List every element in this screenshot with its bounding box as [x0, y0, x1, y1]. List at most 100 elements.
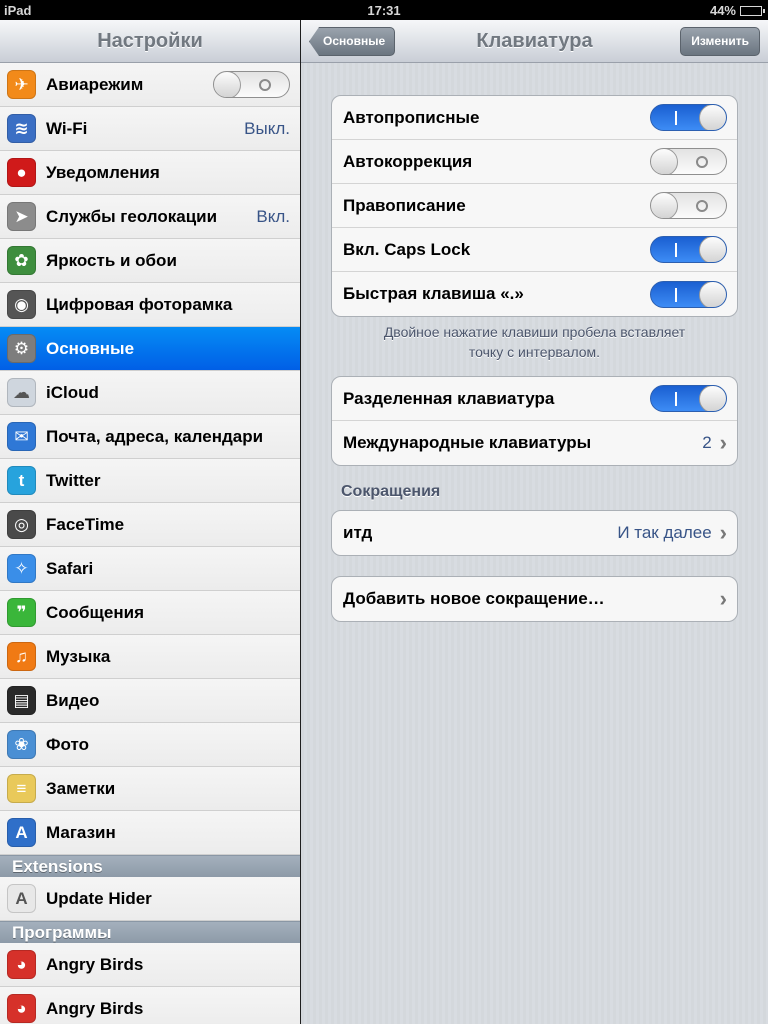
- period-shortcut-footnote: Двойное нажатие клавиши пробела вставляе…: [331, 322, 738, 362]
- angry-bird-icon: ◕: [7, 950, 36, 979]
- caps-lock-switch[interactable]: [650, 236, 727, 263]
- footnote-line-1: Двойное нажатие клавиши пробела вставляе…: [383, 324, 686, 340]
- sidebar-item-facetime[interactable]: ◎ FaceTime: [0, 503, 300, 547]
- setting-label: Правописание: [343, 195, 466, 215]
- sidebar-item-airplane-mode[interactable]: ✈ Авиарежим: [0, 63, 300, 107]
- sidebar-item-label: Видео: [46, 690, 100, 710]
- switch-knob: [699, 386, 726, 411]
- auto-capitalization-switch[interactable]: [650, 104, 727, 131]
- auto-correction-switch[interactable]: [650, 148, 727, 175]
- location-icon: ➤: [7, 202, 36, 231]
- sidebar-item-wifi[interactable]: ≋ Wi-Fi Выкл.: [0, 107, 300, 151]
- sidebar-item-icloud[interactable]: ☁ iCloud: [0, 371, 300, 415]
- sidebar-item-photos[interactable]: ❀ Фото: [0, 723, 300, 767]
- section-header-apps: Программы: [0, 921, 300, 943]
- keyboard-options-group: Автопрописные Автокоррекция Правописание Вк…: [331, 95, 738, 317]
- flower-icon: ✿: [7, 246, 36, 275]
- switch-knob: [651, 193, 678, 218]
- sidebar-item-safari[interactable]: ✧ Safari: [0, 547, 300, 591]
- sidebar-item-label: Магазин: [46, 822, 116, 842]
- switch-off-mark-icon: [696, 200, 708, 212]
- shortcuts-group: итд И так далее ›: [331, 510, 738, 556]
- shortcuts-header: Сокращения: [341, 483, 441, 500]
- switch-on-mark-icon: [675, 392, 677, 406]
- sidebar-item-angry-birds-2[interactable]: ◕ Angry Birds: [0, 987, 300, 1024]
- airplane-mode-switch[interactable]: [213, 71, 290, 98]
- sidebar-item-music[interactable]: ♫ Музыка: [0, 635, 300, 679]
- add-shortcut-group: Добавить новое сокращение… ›: [331, 576, 738, 622]
- setting-row-caps-lock: Вкл. Caps Lock: [332, 228, 737, 272]
- sidebar-item-notes[interactable]: ≡ Заметки: [0, 767, 300, 811]
- setting-row-auto-capitalization: Автопрописные: [332, 96, 737, 140]
- section-header-extensions: Extensions: [0, 855, 300, 877]
- sidebar-item-location[interactable]: ➤ Службы геолокации Вкл.: [0, 195, 300, 239]
- add-shortcut-row[interactable]: Добавить новое сокращение… ›: [332, 577, 737, 621]
- setting-label: Быстрая клавиша «.»: [343, 284, 524, 303]
- sidebar-item-notifications[interactable]: ● Уведомления: [0, 151, 300, 195]
- setting-row-period-shortcut: Быстрая клавиша «.»: [332, 272, 737, 316]
- sidebar-item-label: Сообщения: [46, 602, 144, 622]
- period-shortcut-switch[interactable]: [650, 280, 727, 308]
- sidebar-item-label: Фото: [46, 734, 89, 754]
- picture-frame-icon: ◉: [7, 290, 36, 319]
- shortcut-row[interactable]: итд И так далее ›: [332, 511, 737, 555]
- switch-on-mark-icon: [675, 287, 677, 302]
- sidebar-item-video[interactable]: ▤ Видео: [0, 679, 300, 723]
- switch-knob: [699, 237, 726, 262]
- setting-row-international-keyboards[interactable]: Международные клавиатуры 2 ›: [332, 421, 737, 465]
- mail-icon: ✉: [7, 422, 36, 451]
- sidebar-item-angry-birds-1[interactable]: ◕ Angry Birds: [0, 943, 300, 987]
- compass-icon: ✧: [7, 554, 36, 583]
- switch-off-mark-icon: [696, 156, 708, 168]
- sidebar-item-value: Выкл.: [244, 118, 290, 138]
- switch-on-mark-icon: [675, 111, 677, 125]
- sidebar-item-general[interactable]: ⚙ Основные: [0, 327, 300, 371]
- spelling-switch[interactable]: [650, 192, 727, 219]
- app-store-icon: A: [7, 818, 36, 847]
- sidebar-item-label: Update Hider: [46, 888, 152, 908]
- sunflower-icon: ❀: [7, 730, 36, 759]
- chevron-right-icon: ›: [719, 586, 727, 611]
- sidebar-item-label: Angry Birds: [46, 998, 144, 1018]
- sidebar-list: ✈ Авиарежим ≋ Wi-Fi Выкл. ● Уведомления ➤ Службы…: [0, 63, 300, 855]
- settings-sidebar: Настройки ✈ Авиарежим ≋ Wi-Fi Выкл. ● Уведомле…: [0, 20, 300, 1024]
- sidebar-item-store[interactable]: A Магазин: [0, 811, 300, 855]
- sidebar-item-label: Основные: [46, 338, 135, 358]
- switch-knob: [699, 105, 726, 130]
- sidebar-item-label: Авиарежим: [46, 74, 144, 94]
- extensions-list: A Update Hider: [0, 877, 300, 921]
- sidebar-item-picture-frame[interactable]: ◉ Цифровая фоторамка: [0, 283, 300, 327]
- switch-on-mark-icon: [675, 243, 677, 257]
- apps-list: ◕ Angry Birds ◕ Angry Birds: [0, 943, 300, 1024]
- sidebar-item-label: Уведомления: [46, 162, 160, 182]
- setting-row-split-keyboard: Разделенная клавиатура: [332, 377, 737, 421]
- edit-button[interactable]: Изменить: [680, 27, 760, 56]
- detail-navbar: Основные Клавиатура Изменить: [301, 20, 768, 63]
- chevron-right-icon: ›: [719, 520, 727, 545]
- sidebar-item-label: Службы геолокации: [46, 206, 218, 226]
- add-shortcut-label: Добавить новое сокращение…: [343, 589, 605, 608]
- sidebar-item-label: Заметки: [46, 778, 116, 798]
- battery-icon: [740, 5, 765, 16]
- split-keyboard-switch[interactable]: [650, 385, 727, 412]
- sidebar-item-twitter[interactable]: t Twitter: [0, 459, 300, 503]
- setting-value: 2: [702, 433, 712, 452]
- sidebar-item-update-hider[interactable]: A Update Hider: [0, 877, 300, 921]
- sidebar-item-brightness[interactable]: ✿ Яркость и обои: [0, 239, 300, 283]
- sidebar-item-mail[interactable]: ✉ Почта, адреса, календари: [0, 415, 300, 459]
- facetime-icon: ◎: [7, 510, 36, 539]
- setting-label: Международные клавиатуры: [343, 433, 592, 452]
- sidebar-item-label: iCloud: [46, 382, 99, 402]
- shortcut-expansion: И так далее: [617, 523, 712, 542]
- notepad-icon: ≡: [7, 774, 36, 803]
- airplane-icon: ✈: [7, 70, 36, 99]
- sidebar-item-label: Angry Birds: [46, 954, 144, 974]
- battery-indicator: 44%: [710, 3, 765, 18]
- status-bar: iPad 17:31 44%: [0, 0, 768, 20]
- sidebar-item-messages[interactable]: ❞ Сообщения: [0, 591, 300, 635]
- switch-knob: [651, 149, 678, 174]
- switch-knob: [214, 72, 241, 97]
- footnote-line-2: точку с интервалом.: [468, 344, 601, 360]
- sidebar-title: Настройки: [97, 30, 203, 52]
- setting-label: Вкл. Caps Lock: [343, 239, 471, 259]
